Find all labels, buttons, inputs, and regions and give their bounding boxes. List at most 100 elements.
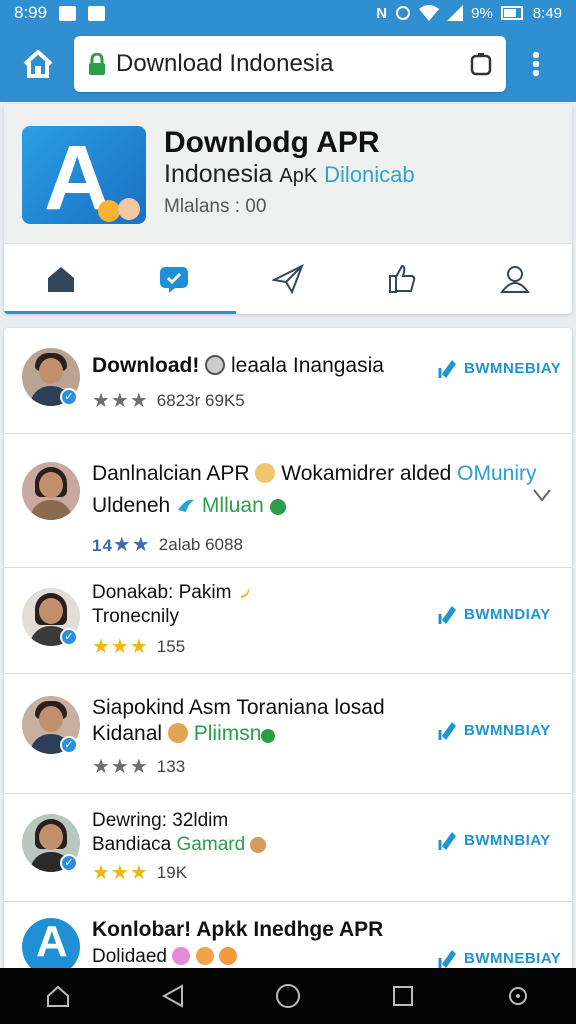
check-badge-icon xyxy=(269,499,286,515)
face-emoji-icon xyxy=(98,200,120,222)
tab-indicator xyxy=(4,311,236,314)
list-item-subtitle: Bandiaca Gamard xyxy=(92,834,267,856)
verified-icon: ✓ xyxy=(60,388,78,406)
nav-back-button[interactable] xyxy=(153,976,193,1016)
chevron-down-icon[interactable] xyxy=(532,486,552,502)
overflow-menu-button[interactable] xyxy=(516,40,556,88)
list-item-title: Donakab: Pakim xyxy=(92,582,253,604)
status-clock-right: 8:49 xyxy=(532,4,562,22)
emoji-icon xyxy=(255,463,276,483)
home-icon xyxy=(23,50,53,78)
status-bar: 8:99 N 9% 8:49 xyxy=(0,0,576,26)
app-meta: Mlalans : 00 xyxy=(164,196,267,217)
list-item-title: Siapokind Asm Toraniana losad xyxy=(92,696,385,719)
list-item-rating: ★★★ 19K xyxy=(92,862,188,884)
emoji-icon xyxy=(167,723,188,743)
face-emoji-icon xyxy=(118,198,140,220)
signal-icon xyxy=(447,5,464,21)
send-icon xyxy=(271,264,304,294)
tab-send[interactable] xyxy=(231,244,345,314)
target-icon xyxy=(509,987,528,1005)
lock-icon xyxy=(89,53,105,75)
download-button[interactable]: BWMNBIAY xyxy=(438,720,551,740)
recents-icon xyxy=(393,986,414,1006)
verified-icon: ✓ xyxy=(60,854,78,872)
star-rating-icon: ★★★ xyxy=(92,636,149,658)
list-item-title: Konlobar! Apkk Inedhge APR xyxy=(92,918,384,941)
download-icon xyxy=(438,360,456,378)
avatar xyxy=(22,462,80,520)
tab-bar xyxy=(4,244,572,314)
download-button[interactable]: BWMNBIAY xyxy=(438,830,551,850)
wifi-icon xyxy=(419,5,440,21)
list-item[interactable]: Danlnalcian APR Wokamidrer alded OMuniry… xyxy=(4,434,572,568)
emoji-icon xyxy=(172,947,191,965)
app-hero: A Downlodg APR Indonesia ApK Dilonicab M… xyxy=(4,104,572,244)
list-item[interactable]: ✓ Siapokind Asm Toraniana losad Kidanal … xyxy=(4,674,572,794)
verified-icon: ✓ xyxy=(60,628,78,646)
star-rating-icon: ★★★ xyxy=(92,756,149,778)
download-button[interactable]: BWMNEBIAY xyxy=(438,358,561,378)
list-item[interactable]: ✓ Donakab: Pakim Tronecnily ★★★ 155 BWMN… xyxy=(4,568,572,674)
list-item-title: Download! leaala Inangasia xyxy=(92,354,384,377)
nav-home-button[interactable] xyxy=(268,976,308,1016)
list-item-subtitle: Kidanal Pliimsn xyxy=(92,722,276,746)
tab-chat[interactable] xyxy=(118,244,232,314)
logo-letter-icon: A xyxy=(36,918,68,966)
nfc-icon: N xyxy=(376,4,388,22)
check-badge-icon xyxy=(261,729,276,743)
list-item[interactable]: ✓ Dewring: 32ldim Bandiaca Gamard ★★★ 19… xyxy=(4,794,572,902)
download-icon xyxy=(438,722,456,740)
url-text: Download Indonesia xyxy=(116,50,334,77)
star-rating-icon: 14★★ xyxy=(92,534,151,556)
list-item-title: Dewring: 32ldim xyxy=(92,810,229,831)
download-icon xyxy=(438,832,456,850)
more-vert-icon xyxy=(532,51,540,77)
tabs-icon[interactable] xyxy=(470,52,492,76)
download-icon xyxy=(438,606,456,624)
back-icon xyxy=(161,984,183,1008)
home-button[interactable] xyxy=(14,40,62,88)
download-button[interactable]: BWMNDIAY xyxy=(438,604,551,624)
tab-home[interactable] xyxy=(4,244,118,314)
photo-icon xyxy=(88,5,106,21)
nav-recents-button[interactable] xyxy=(383,976,423,1016)
app-header-card: A Downlodg APR Indonesia ApK Dilonicab M… xyxy=(4,104,572,314)
tab-like[interactable] xyxy=(345,244,459,314)
list-item-title: Danlnalcian APR Wokamidrer alded OMuniry xyxy=(92,462,537,485)
home-icon xyxy=(47,267,74,292)
verified-icon: ✓ xyxy=(60,736,78,754)
list-item-subtitle: Dolidaed xyxy=(92,946,237,968)
chat-icon xyxy=(160,267,189,293)
list-item-rating: ★★★ 6823r 69K5 xyxy=(92,390,245,412)
star-rating-icon: ★★★ xyxy=(92,390,149,412)
notification-icon xyxy=(59,5,77,21)
list-item[interactable]: ✓ Download! leaala Inangasia ★★★ 6823r 6… xyxy=(4,328,572,434)
app-title: Downlodg APR xyxy=(164,126,380,159)
list-item-subtitle: Tronecnily xyxy=(92,606,179,627)
banana-icon xyxy=(240,586,250,598)
alarm-icon xyxy=(396,6,411,20)
list-item-rating: 14★★ 2alab 6088 xyxy=(92,534,243,556)
thumbs-up-icon xyxy=(388,264,415,293)
battery-percent: 9% xyxy=(471,4,493,22)
circle-home-icon xyxy=(275,984,300,1008)
app-logo: A xyxy=(22,126,146,224)
tab-profile[interactable] xyxy=(458,244,572,314)
star-rating-icon: ★★★ xyxy=(92,862,149,884)
status-time: 8:99 xyxy=(14,3,48,22)
address-bar[interactable]: Download Indonesia xyxy=(74,36,506,92)
emoji-icon xyxy=(250,837,267,853)
home-outline-icon xyxy=(46,985,69,1007)
nav-extra-button[interactable] xyxy=(498,976,538,1016)
browser-toolbar: Download Indonesia xyxy=(0,26,576,102)
download-button[interactable]: BWMNEBIAY xyxy=(438,948,561,968)
list-item[interactable]: A Konlobar! Apkk Inedhge APR Dolidaed BW… xyxy=(4,902,572,978)
battery-icon xyxy=(500,6,523,20)
emoji-icon xyxy=(195,947,214,965)
emoji-icon xyxy=(218,947,237,965)
app-subtitle: Indonesia ApK Dilonicab xyxy=(164,160,415,188)
nav-home-alt-button[interactable] xyxy=(38,976,78,1016)
user-icon xyxy=(500,266,531,293)
system-nav-bar xyxy=(0,968,576,1024)
